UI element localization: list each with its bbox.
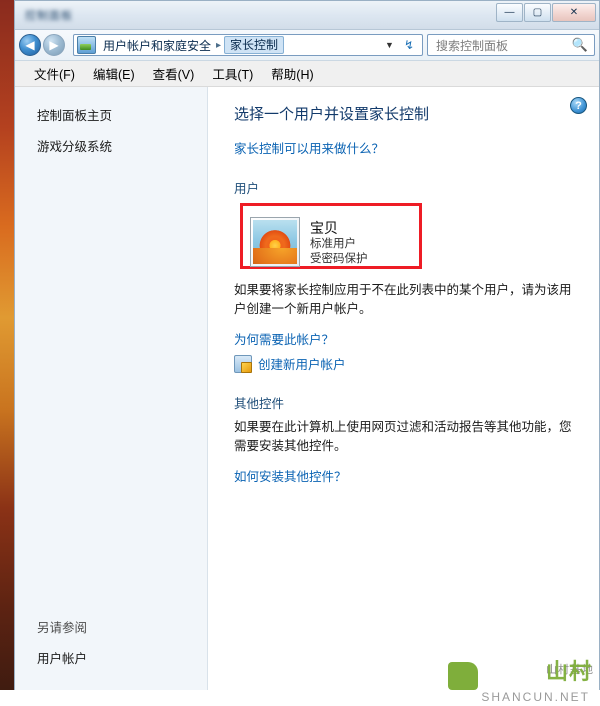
- search-icon: 🔍: [571, 37, 588, 52]
- help-icon[interactable]: ?: [570, 97, 587, 114]
- chevron-down-icon[interactable]: ▼: [377, 40, 402, 50]
- window-titlebar[interactable]: 控制面板 — ▢ ✕: [15, 1, 599, 30]
- install-other-controls-link[interactable]: 如何安装其他控件？: [234, 466, 347, 485]
- user-meta: 宝贝 标准用户 受密码保护: [310, 217, 368, 267]
- window-controls: — ▢ ✕: [496, 3, 596, 22]
- back-button[interactable]: ◀: [19, 34, 41, 56]
- search-box[interactable]: 搜索控制面板 🔍: [427, 34, 595, 56]
- avatar: [250, 217, 300, 267]
- user-type: 标准用户: [310, 238, 356, 250]
- user-list: 宝贝 标准用户 受密码保护: [234, 203, 581, 277]
- users-section-note: 如果要将家长控制应用于不在此列表中的某个用户，请为该用户创建一个新用户帐户。: [234, 283, 572, 316]
- navigation-bar: ◀ ▶ 用户帐户和家庭安全 ▸ 家长控制 ▼ ↯ 搜索控制面板 🔍: [15, 30, 599, 61]
- menu-tools[interactable]: 工具(T): [203, 62, 262, 85]
- breadcrumb-item-0[interactable]: 用户帐户和家庭安全: [99, 37, 215, 54]
- menu-file[interactable]: 文件(F): [25, 62, 84, 85]
- main-panel: ? 选择一个用户并设置家长控制 家长控制可以用来做什么？ 用户 宝贝 标准用户 …: [208, 87, 599, 691]
- sidebar: 控制面板主页 游戏分级系统 另请参阅 用户帐户: [15, 87, 208, 691]
- user-password-status: 受密码保护: [310, 253, 368, 265]
- breadcrumb-separator-icon: ▸: [216, 39, 222, 51]
- sidebar-item-user-accounts[interactable]: 用户帐户: [15, 642, 207, 673]
- window-title: 控制面板: [25, 10, 73, 22]
- search-input[interactable]: 搜索控制面板: [428, 37, 508, 54]
- forward-button[interactable]: ▶: [43, 34, 65, 56]
- parental-controls-info-link[interactable]: 家长控制可以用来做什么？: [234, 138, 384, 157]
- window-content: 控制面板主页 游戏分级系统 另请参阅 用户帐户 ? 选择一个用户并设置家长控制 …: [15, 87, 599, 691]
- refresh-icon[interactable]: ↯: [402, 38, 422, 52]
- shield-icon: [234, 354, 252, 373]
- other-controls-heading: 其他控件: [234, 397, 285, 411]
- menu-edit[interactable]: 编辑(E): [84, 62, 144, 85]
- minimize-button[interactable]: —: [496, 3, 523, 22]
- page-title: 选择一个用户并设置家长控制: [234, 106, 430, 123]
- user-name: 宝贝: [310, 220, 338, 236]
- watermark-badge-icon: [448, 662, 478, 690]
- user-tile[interactable]: 宝贝 标准用户 受密码保护: [250, 211, 581, 267]
- desktop-wallpaper-strip: [0, 0, 14, 706]
- watermark-site: SHANCUN.NET: [481, 690, 590, 704]
- sidebar-see-also: 另请参阅 用户帐户: [15, 611, 207, 673]
- menu-view[interactable]: 查看(V): [144, 62, 204, 85]
- menu-help[interactable]: 帮助(H): [262, 62, 322, 85]
- other-controls-note: 如果要在此计算机上使用网页过滤和活动报告等其他功能，您需要安装其他控件。: [234, 420, 572, 453]
- flower-avatar-icon: [253, 220, 297, 264]
- why-need-account-link[interactable]: 为何需要此帐户？: [234, 329, 334, 348]
- menu-bar: 文件(F) 编辑(E) 查看(V) 工具(T) 帮助(H): [15, 61, 599, 87]
- breadcrumb-item-1[interactable]: 家长控制: [224, 36, 285, 54]
- sidebar-item-game-rating-system[interactable]: 游戏分级系统: [15, 130, 207, 161]
- create-new-account-row: 创建新用户帐户: [234, 354, 581, 373]
- maximize-button[interactable]: ▢: [524, 3, 551, 22]
- control-panel-icon: [77, 36, 96, 54]
- address-bar[interactable]: 用户帐户和家庭安全 ▸ 家长控制 ▼ ↯: [73, 34, 423, 56]
- watermark-logo: 山村: [545, 659, 592, 684]
- close-button[interactable]: ✕: [552, 3, 596, 22]
- create-new-account-link[interactable]: 创建新用户帐户: [258, 354, 346, 373]
- sidebar-item-control-panel-home[interactable]: 控制面板主页: [15, 99, 207, 130]
- why-need-account-row: 为何需要此帐户？: [234, 329, 581, 348]
- control-panel-window: 控制面板 — ▢ ✕ ◀ ▶ 用户帐户和家庭安全 ▸ 家长控制 ▼ ↯ 搜索控制…: [14, 0, 600, 691]
- users-section-heading: 用户: [234, 182, 260, 196]
- sidebar-see-also-heading: 另请参阅: [37, 621, 88, 635]
